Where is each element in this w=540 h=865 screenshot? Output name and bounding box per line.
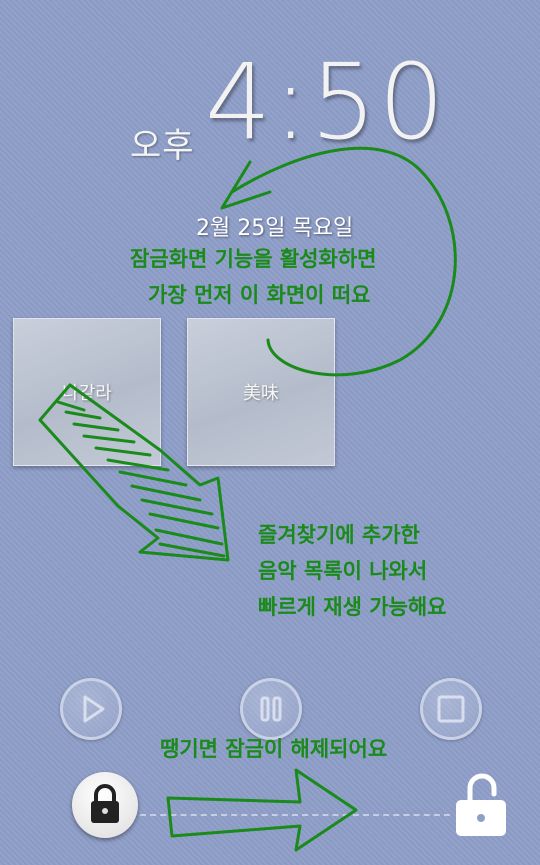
date-label: 2월 25일 목요일 xyxy=(196,216,354,241)
ampm-label: 오후 xyxy=(130,126,195,166)
favorite-tile-label: 나같라 xyxy=(62,383,112,404)
unlock-arrow xyxy=(166,768,358,852)
unlock-icon xyxy=(456,773,506,836)
pause-button[interactable] xyxy=(240,678,302,740)
annotation-intro-line1: 잠금화면 기능을 활성화하면 xyxy=(130,247,377,271)
lock-icon xyxy=(91,784,119,823)
annotation-unlock-hint: 땡기면 잠금이 해제되어요 xyxy=(160,737,388,761)
lock-handle[interactable] xyxy=(72,772,138,838)
pause-icon xyxy=(260,696,282,722)
annotation-intro-line2: 가장 먼저 이 화면이 떠요 xyxy=(148,283,371,307)
unlock-target[interactable] xyxy=(452,768,510,840)
favorite-tile[interactable]: 美味 xyxy=(187,318,335,466)
clock-time: 4:50 xyxy=(205,41,447,163)
favorite-tile-label: 美味 xyxy=(243,383,279,404)
favorite-tile[interactable]: 나같라 xyxy=(13,318,161,466)
stop-icon xyxy=(437,695,465,723)
annotation-fav-line3: 빠르게 재생 가능해요 xyxy=(258,595,447,619)
curved-arrowhead xyxy=(220,160,272,210)
unlock-track xyxy=(140,814,450,816)
play-icon xyxy=(83,695,105,723)
play-button[interactable] xyxy=(60,678,122,740)
stop-button[interactable] xyxy=(420,678,482,740)
annotation-fav-line2: 음악 목록이 나와서 xyxy=(258,559,428,583)
annotation-fav-line1: 즐겨찾기에 추가한 xyxy=(258,523,420,547)
